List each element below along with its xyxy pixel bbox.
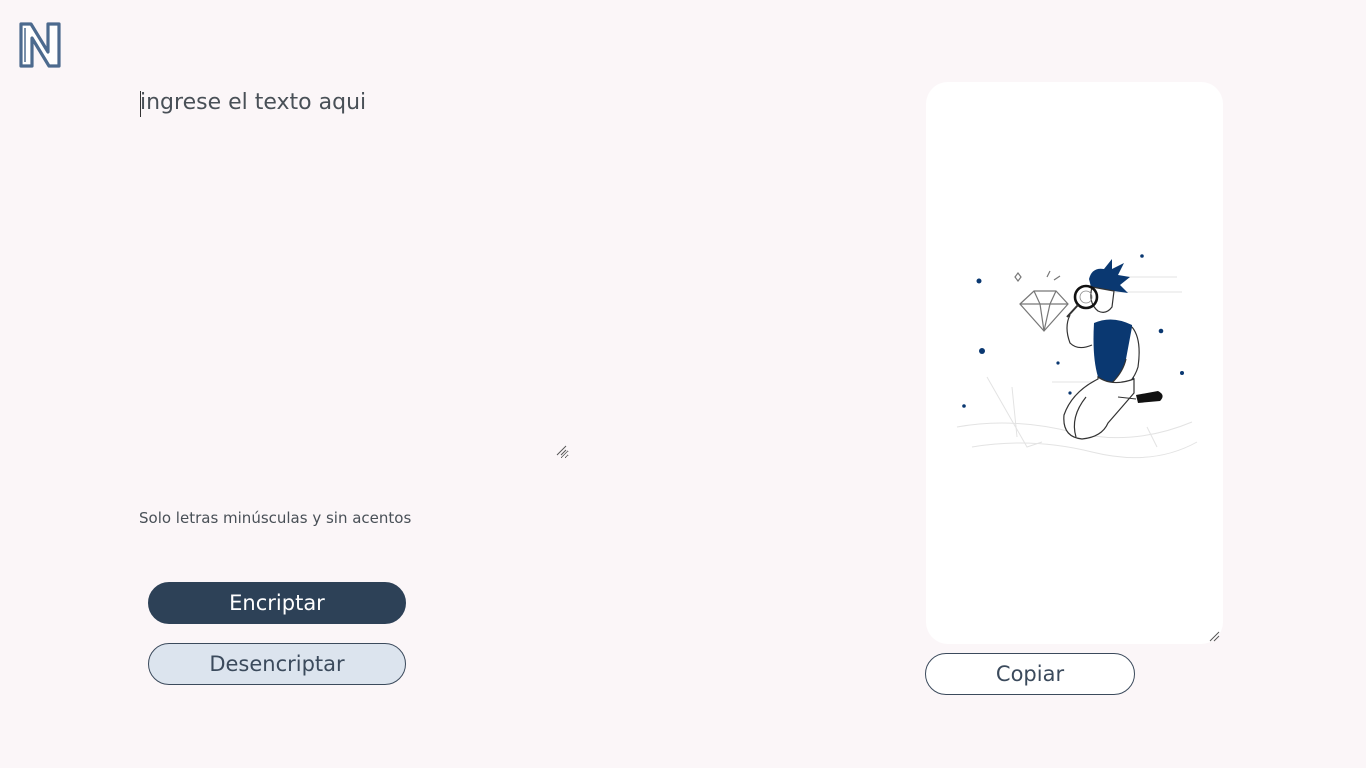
person-with-magnifier-illustration (956, 254, 1198, 459)
text-caret (140, 91, 141, 117)
n-logo-icon (19, 22, 61, 68)
resize-grip-icon[interactable] (555, 444, 567, 456)
output-panel[interactable] (926, 82, 1223, 644)
input-hint: Solo letras minúsculas y sin acentos (139, 509, 412, 527)
copy-button[interactable]: Copiar (925, 653, 1135, 695)
text-input[interactable] (135, 86, 569, 459)
decrypt-button[interactable]: Desencriptar (148, 643, 406, 685)
encrypt-button[interactable]: Encriptar (148, 582, 406, 624)
resize-grip-icon[interactable] (1208, 630, 1220, 642)
